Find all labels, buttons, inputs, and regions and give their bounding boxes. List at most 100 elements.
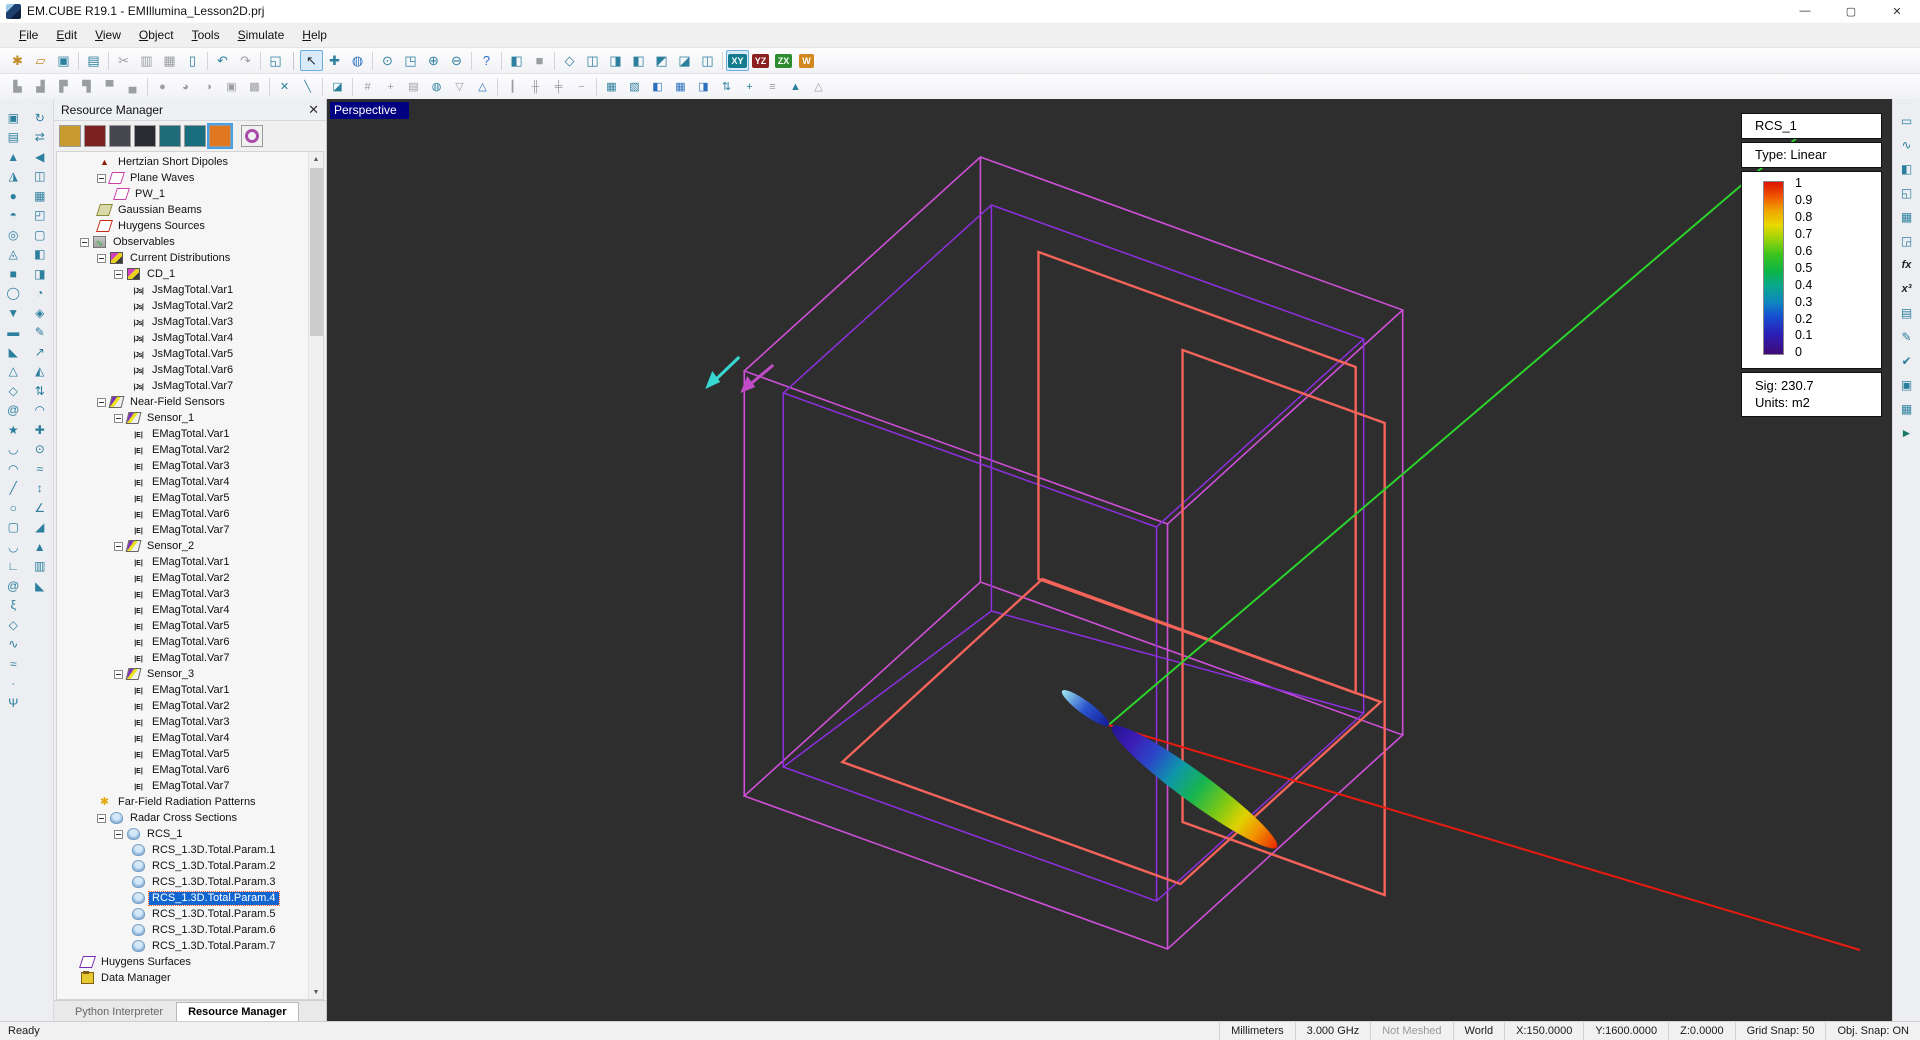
pan-tool-button[interactable]: ✚	[323, 50, 346, 71]
table-tool[interactable]: ▦	[669, 76, 692, 97]
facet-tool[interactable]: ▲	[28, 537, 51, 557]
tree-item[interactable]: EMagTotal.Var1	[57, 426, 323, 442]
mesh-view-button[interactable]: ◧	[1895, 157, 1918, 181]
menu-item[interactable]: File	[10, 25, 47, 45]
truncated-cone-tool[interactable]: ◮	[2, 167, 25, 187]
slant-tool[interactable]: ╲	[296, 76, 319, 97]
mesh-down-tool[interactable]: ▽	[448, 76, 471, 97]
tree-item[interactable]: RCS_1.3D.Total.Param.7	[57, 938, 323, 954]
menu-item[interactable]: Help	[293, 25, 336, 45]
triangle-tool[interactable]: △	[2, 362, 25, 382]
expand-toggle-icon[interactable]	[114, 669, 123, 679]
calculator-button[interactable]: ▦	[1895, 397, 1918, 421]
tree-item[interactable]: JsMagTotal.Var6	[57, 362, 323, 378]
tree-item[interactable]: EMagTotal.Var4	[57, 602, 323, 618]
expand-toggle-icon[interactable]	[80, 237, 89, 247]
flip-tool[interactable]: ⇅	[28, 381, 51, 401]
intersect-bool-tool[interactable]: ◨	[28, 264, 51, 284]
tree-item[interactable]: Plane Waves	[57, 170, 323, 186]
select-tool-button[interactable]: ↖	[300, 50, 323, 71]
chamfer-tool[interactable]: ◣	[28, 576, 51, 596]
tree-item[interactable]: JsMagTotal.Var4	[57, 330, 323, 346]
stretch-tool[interactable]: ↕	[28, 479, 51, 499]
paste-button[interactable]: ▦	[158, 50, 181, 71]
view-iso-2-button[interactable]: ◨	[604, 50, 627, 71]
tile-views-button[interactable]: ◧	[505, 50, 528, 71]
tree-item[interactable]: Sensor_2	[57, 538, 323, 554]
undo-button[interactable]: ↶	[211, 50, 234, 71]
expand-toggle-icon[interactable]	[114, 413, 123, 423]
maximize-button[interactable]: ▢	[1828, 0, 1874, 22]
view-xy-button[interactable]: XY	[726, 50, 749, 71]
view-iso-4-button[interactable]: ◩	[650, 50, 673, 71]
box-shape-tool[interactable]: ▣	[2, 108, 25, 128]
variables-button[interactable]: x³	[1895, 277, 1918, 301]
translate-tool[interactable]: ⇄	[28, 128, 51, 148]
print-button[interactable]: ▤	[82, 50, 105, 71]
helix-tool[interactable]: ξ	[2, 596, 25, 616]
tree-item[interactable]: Huygens Sources	[57, 218, 323, 234]
view-iso-3-button[interactable]: ◧	[627, 50, 650, 71]
material-tool[interactable]: ◍	[425, 76, 448, 97]
tree-item[interactable]: JsMagTotal.Var2	[57, 298, 323, 314]
tree-scrollbar[interactable]: ▲ ▼	[308, 152, 323, 999]
menu-item[interactable]: Object	[130, 25, 183, 45]
scroll-thumb[interactable]	[309, 168, 323, 336]
extrude-tool[interactable]: ↗	[28, 342, 51, 362]
project-window-button[interactable]: ◱	[264, 50, 287, 71]
split-left-tool[interactable]: ◧	[646, 76, 669, 97]
round-tool-2[interactable]: ◕	[174, 76, 197, 97]
tree-item[interactable]: JsMagTotal.Var1	[57, 282, 323, 298]
grid-settings-button[interactable]: ▦	[1895, 205, 1918, 229]
boolean-tool[interactable]: ◈	[28, 303, 51, 323]
tree-item[interactable]: EMagTotal.Var6	[57, 506, 323, 522]
save-button[interactable]: ▣	[52, 50, 75, 71]
view-iso-5-button[interactable]: ◪	[673, 50, 696, 71]
tree-item[interactable]: EMagTotal.Var2	[57, 570, 323, 586]
box-tool-1[interactable]: ▣	[220, 76, 243, 97]
menu-item[interactable]: Edit	[47, 25, 86, 45]
step-tool-4[interactable]: ▜	[75, 76, 98, 97]
wave-surface-tool[interactable]: ≈	[28, 459, 51, 479]
tree-item[interactable]: Sensor_1	[57, 410, 323, 426]
tree-item[interactable]: EMagTotal.Var1	[57, 554, 323, 570]
antenna-tool[interactable]: Ψ	[2, 693, 25, 713]
mesh-up-tool[interactable]: △	[471, 76, 494, 97]
round-tool-1[interactable]: ●	[151, 76, 174, 97]
scroll-up-icon[interactable]: ▲	[309, 152, 323, 166]
zoom-out-button[interactable]: ⊖	[445, 50, 468, 71]
waveform-button[interactable]: ∿	[1895, 133, 1918, 157]
module-propagation[interactable]	[109, 125, 131, 147]
ruler-measure-tool[interactable]: ▥	[28, 557, 51, 577]
cylinder-shape-tool[interactable]: ▤	[2, 128, 25, 148]
group-tool[interactable]: ◫	[28, 167, 51, 187]
hatch-tool[interactable]: ▧	[623, 76, 646, 97]
expand-toggle-icon[interactable]	[114, 541, 123, 551]
circle-curve-tool[interactable]: ○	[2, 498, 25, 518]
round-tool-3[interactable]: ◑	[197, 76, 220, 97]
tree-item[interactable]: RCS_1.3D.Total.Param.4	[57, 890, 323, 906]
tree-item[interactable]: EMagTotal.Var7	[57, 778, 323, 794]
tree-item[interactable]: JsMagTotal.Var7	[57, 378, 323, 394]
expand-toggle-icon[interactable]	[97, 813, 106, 823]
expand-toggle-icon[interactable]	[97, 173, 106, 183]
tree-item[interactable]: EMagTotal.Var6	[57, 634, 323, 650]
results-viewer-button[interactable]: ▣	[1895, 373, 1918, 397]
validate-button[interactable]: ✔	[1895, 349, 1918, 373]
tree-item[interactable]: RCS_1.3D.Total.Param.1	[57, 842, 323, 858]
tree-item[interactable]: Current Distributions	[57, 250, 323, 266]
close-button[interactable]: ✕	[1874, 0, 1920, 22]
split-right-tool[interactable]: ◨	[692, 76, 715, 97]
expand-toggle-icon[interactable]	[114, 829, 123, 839]
blank-view-button[interactable]: ■	[528, 50, 551, 71]
star-tool[interactable]: ★	[2, 420, 25, 440]
delete-button[interactable]: ▯	[181, 50, 204, 71]
polyline-l-tool[interactable]: ∟	[2, 557, 25, 577]
spiral-tool[interactable]: @	[2, 401, 25, 421]
new-project-button[interactable]: ✱	[6, 50, 29, 71]
subtract-tool[interactable]: ▢	[28, 225, 51, 245]
box-tool-2[interactable]: ▩	[243, 76, 266, 97]
redo-button[interactable]: ↷	[234, 50, 257, 71]
minimize-button[interactable]: —	[1782, 0, 1828, 22]
tree-item[interactable]: EMagTotal.Var3	[57, 714, 323, 730]
